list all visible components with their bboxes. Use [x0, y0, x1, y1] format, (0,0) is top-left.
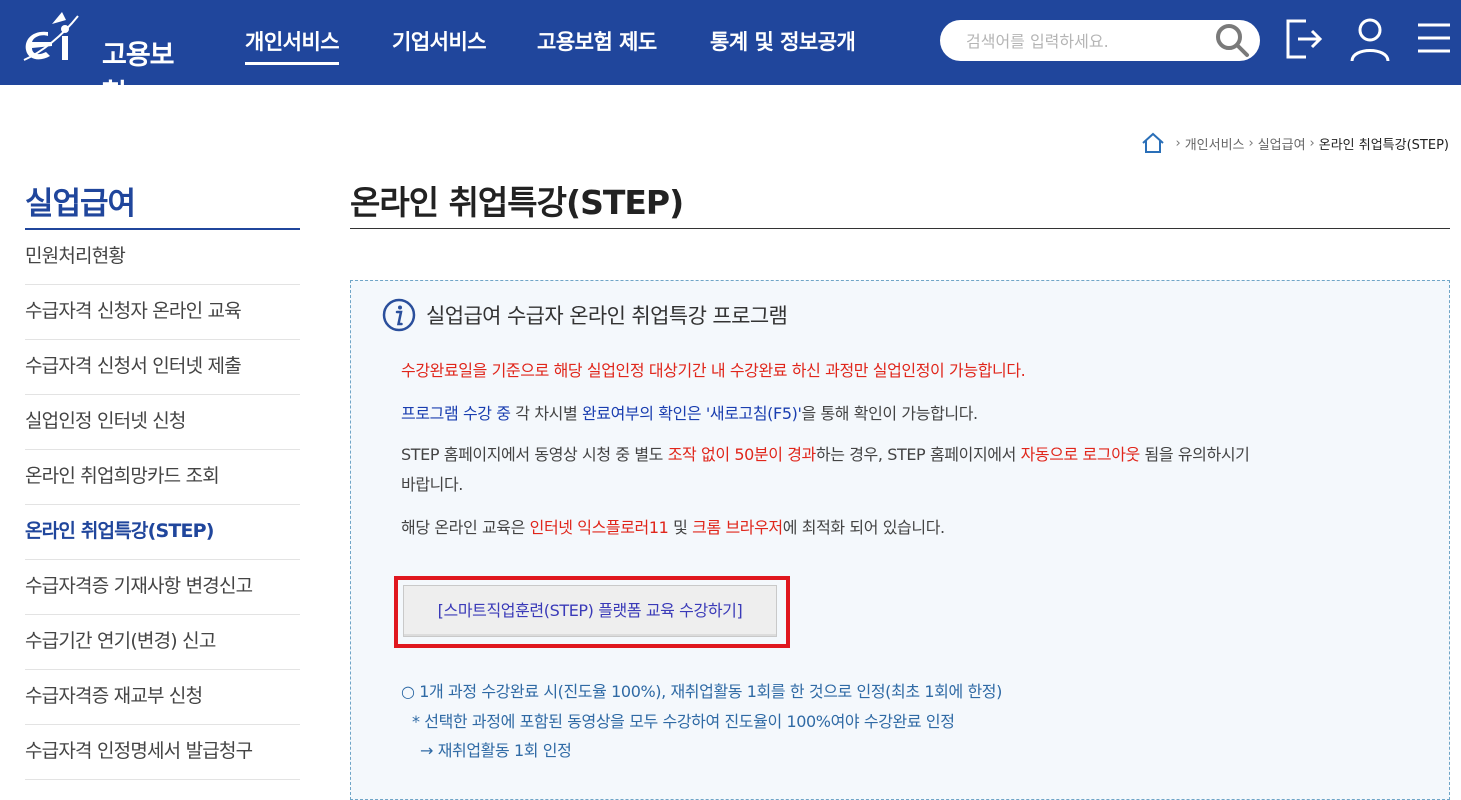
logo-text: 고용보험	[102, 40, 175, 110]
sidebar-item[interactable]: 수급자격 신청자 온라인 교육	[25, 285, 300, 340]
sidebar-item[interactable]: 수급자격 인정명세서 발급청구	[25, 725, 300, 780]
search-input[interactable]	[964, 29, 1208, 53]
notice-line-3-cont: 바랍니다.	[401, 475, 463, 494]
text-red: 크롬 브라우저	[692, 518, 783, 537]
logout-icon[interactable]	[1284, 17, 1326, 61]
text: 됨을 유의하시기	[1139, 445, 1250, 464]
user-icon[interactable]	[1349, 17, 1391, 63]
nav-business-services[interactable]: 기업서비스	[392, 26, 487, 56]
text: 및	[668, 518, 693, 537]
text: 에 최적화 되어 있습니다.	[782, 518, 945, 537]
breadcrumb-item[interactable]: 실업급여	[1258, 134, 1306, 153]
info-heading-text: 실업급여 수급자 온라인 취업특강 프로그램	[426, 304, 788, 328]
text-red: 인터넷 익스플로러11	[529, 518, 669, 537]
breadcrumb-current: 온라인 취업특강(STEP)	[1318, 137, 1449, 153]
title-divider	[350, 228, 1450, 229]
text: 을 통해 확인이 가능합니다.	[801, 404, 978, 423]
nav-personal-services[interactable]: 개인서비스	[245, 26, 340, 65]
sidebar-item-active[interactable]: 온라인 취업특강(STEP)	[25, 505, 300, 560]
notice-line-3: STEP 홈페이지에서 동영상 시청 중 별도 조작 없이 50분이 경과하는 …	[401, 441, 1250, 465]
sidebar-item[interactable]: 수급자격증 기재사항 변경신고	[25, 560, 300, 615]
text-blue: 완료여부의 확인은 '새로고침(F5)'	[581, 404, 802, 423]
page-title: 온라인 취업특강(STEP)	[350, 183, 684, 222]
note-main: ○ 1개 과정 수강완료 시(진도율 100%), 재취업활동 1회를 한 것으…	[401, 682, 1002, 701]
note-sub: * 선택한 과정에 포함된 동영상을 모두 수강하여 진도율이 100%여야 수…	[412, 712, 955, 731]
step-course-button[interactable]: [스마트직업훈련(STEP) 플랫폼 교육 수강하기]	[403, 585, 777, 637]
notice-line-1: 수강완료일을 기준으로 해당 실업인정 대상기간 내 수강완료 하신 과정만 실…	[401, 361, 1026, 380]
sidebar-item[interactable]: 수급자격 신청서 인터넷 제출	[25, 340, 300, 395]
text: 하는 경우, STEP 홈페이지에서	[815, 445, 1021, 464]
sidebar-item[interactable]: 온라인 취업희망카드 조회	[25, 450, 300, 505]
search-icon[interactable]	[1213, 21, 1251, 59]
info-heading: 실업급여 수급자 온라인 취업특강 프로그램	[382, 298, 788, 332]
text-blue: 프로그램 수강 중	[401, 404, 511, 423]
sidebar-item[interactable]: 수급기간 연기(변경) 신고	[25, 615, 300, 670]
menu-icon[interactable]	[1416, 22, 1452, 54]
search-box	[940, 20, 1260, 61]
note-arrow: → 재취업활동 1회 인정	[420, 741, 572, 760]
text: 해당 온라인 교육은	[401, 518, 530, 537]
sidebar-title: 실업급여	[25, 186, 136, 222]
text: STEP 홈페이지에서 동영상 시청 중 별도	[401, 445, 668, 464]
nav-statistics[interactable]: 통계 및 정보공개	[710, 26, 856, 56]
text-red: 조작 없이 50분이 경과	[667, 445, 817, 464]
home-icon[interactable]	[1141, 132, 1165, 154]
chevron-right-icon: ›	[1309, 135, 1315, 151]
ei-logo-icon	[23, 12, 79, 61]
nav-insurance-system[interactable]: 고용보험 제도	[537, 26, 657, 56]
sidebar-item[interactable]: 수급자격증 재교부 신청	[25, 670, 300, 725]
top-header: 고용보험 개인서비스 기업서비스 고용보험 제도 통계 및 정보공개	[0, 0, 1461, 110]
breadcrumb: › 개인서비스 › 실업급여 › 온라인 취업특강(STEP)	[1141, 132, 1449, 154]
text-red: 자동으로 로그아웃	[1020, 445, 1141, 464]
notice-line-4: 해당 온라인 교육은 인터넷 익스플로러11 및 크롬 브라우저에 최적화 되어…	[401, 514, 945, 538]
info-icon	[382, 298, 416, 332]
chevron-right-icon: ›	[1248, 135, 1254, 151]
logo[interactable]: 고용보험	[22, 10, 197, 110]
chevron-right-icon: ›	[1175, 135, 1181, 151]
notice-line-2: 프로그램 수강 중 각 차시별 완료여부의 확인은 '새로고침(F5)'을 통해…	[401, 400, 978, 424]
text: 각 차시별	[510, 404, 582, 423]
sidebar-item[interactable]: 실업인정 인터넷 신청	[25, 395, 300, 450]
sidebar-item[interactable]: 민원처리현황	[25, 230, 300, 285]
sidebar-menu: 민원처리현황 수급자격 신청자 온라인 교육 수급자격 신청서 인터넷 제출 실…	[25, 230, 300, 780]
breadcrumb-item[interactable]: 개인서비스	[1185, 134, 1245, 153]
